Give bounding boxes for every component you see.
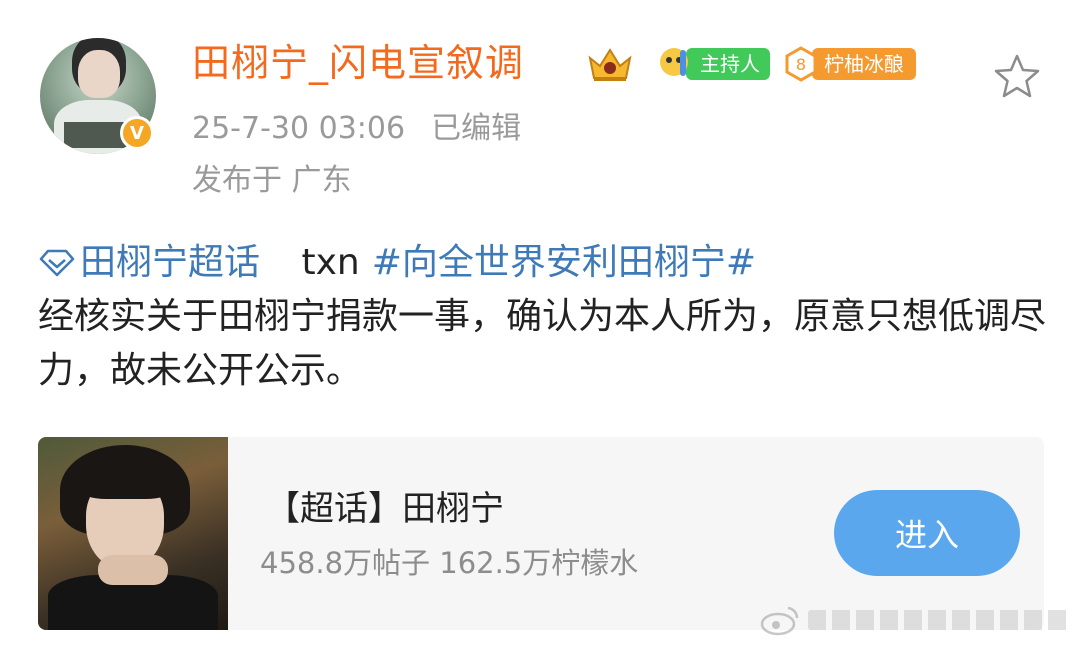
cover-fringe (78, 465, 174, 499)
supertopic-cover-image (38, 437, 228, 630)
txn-text: txn (301, 242, 360, 283)
supertopic-link-label: 田栩宁超话 (80, 242, 261, 283)
verified-badge: V (120, 116, 154, 150)
star-icon[interactable] (992, 52, 1042, 100)
lemon-badge-label: 柠柚冰酿 (812, 48, 916, 80)
weibo-logo-icon (760, 606, 799, 636)
edited-label[interactable]: 已编辑 (431, 111, 521, 146)
host-badge[interactable]: 主持人 (654, 46, 770, 82)
crown-icon (588, 48, 632, 81)
lemon-fan-badge[interactable]: 8 柠柚冰酿 (784, 46, 916, 82)
avatar-face (78, 50, 120, 98)
card-title: 【超话】田栩宁 (266, 489, 504, 529)
fan-level-number: 8 (796, 55, 806, 74)
supertopic-link[interactable]: 田栩宁超话 (38, 242, 271, 283)
post-meta: 25-7-30 03:06 已编辑 (192, 108, 521, 150)
post-content-line1: 田栩宁超话 txn #向全世界安利田栩宁# (38, 236, 1048, 290)
weibo-watermark (760, 600, 1070, 640)
post-location: 发布于 广东 (192, 163, 352, 198)
host-badge-icon (660, 48, 688, 76)
enter-button[interactable]: 进入 (834, 490, 1020, 576)
host-badge-label: 主持人 (686, 48, 770, 80)
hashtag-link[interactable]: #向全世界安利田栩宁# (372, 242, 756, 283)
fan-level-icon: 8 (785, 46, 817, 82)
card-stats: 458.8万帖子 162.5万柠檬水 (260, 546, 639, 580)
cover-hand (98, 555, 168, 585)
watermark-text-graphic (808, 610, 1068, 630)
supertopic-diamond-icon (39, 249, 75, 277)
post-body-text: 经核实关于田栩宁捐款一事，确认为本人所为，原意只想低调尽力，故未公开公示。 (38, 296, 1047, 391)
username[interactable]: 田栩宁_闪电宣叙调 (192, 38, 524, 88)
post-content: 田栩宁超话 txn #向全世界安利田栩宁# 经核实关于田栩宁捐款一事，确认为本人所… (38, 236, 1048, 398)
post-timestamp: 25-7-30 03:06 (192, 111, 406, 146)
